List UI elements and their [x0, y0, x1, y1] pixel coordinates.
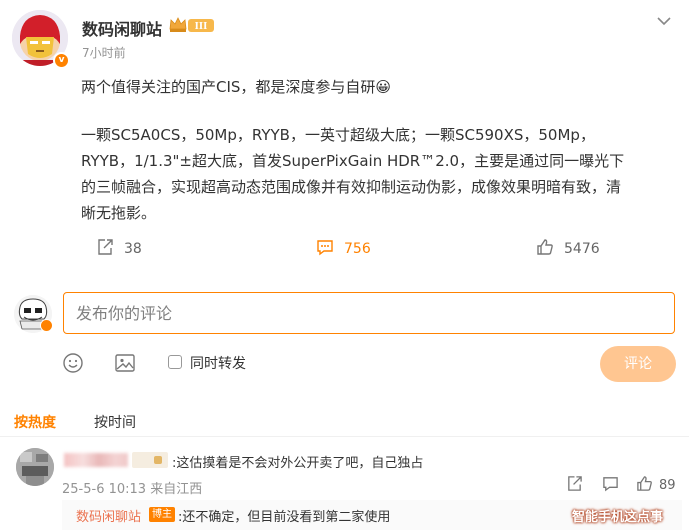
watermark: 智能手机这点事 — [572, 510, 664, 525]
like-button[interactable]: 5476 — [536, 236, 600, 262]
author-tag-badge: 博主 — [149, 507, 175, 522]
post-line: 晰无拖影。 — [81, 204, 157, 222]
action-bar: 38 756 5476 — [0, 236, 689, 262]
comment-like-count: 89 — [659, 478, 676, 493]
comment-meta: 25-5-6 10:13 来自江西 — [62, 482, 203, 497]
repost-icon[interactable] — [566, 475, 583, 492]
divider — [0, 436, 689, 437]
post-header: v 数码闲聊站 III 7小时前 — [12, 10, 677, 70]
crown-level-icon[interactable]: III — [168, 16, 218, 38]
commenter-name-redacted[interactable] — [64, 453, 128, 467]
repost-icon — [96, 238, 114, 260]
reply-icon[interactable] — [602, 475, 619, 492]
comment-input[interactable] — [63, 292, 675, 334]
chevron-down-icon[interactable] — [655, 12, 673, 31]
post-line: 一颗SC5A0CS，50Mp，RYYB，一英寸超级大底；一颗SC590XS，50… — [81, 126, 595, 144]
fan-badge — [132, 452, 168, 468]
comment-like-button[interactable]: 89 — [636, 475, 676, 496]
post-time[interactable]: 7小时前 — [82, 44, 126, 61]
verified-badge: v — [53, 52, 70, 69]
post-line: RYYB，1/1.3"±超大底，首发SuperPixGain HDR™2.0，主… — [81, 152, 625, 170]
level-badge-text: III — [195, 22, 208, 32]
post-lead: 两个值得关注的国产CIS，都是深度参与自研😀 — [81, 78, 392, 96]
image-icon[interactable] — [114, 352, 136, 378]
tab-sort-hot[interactable]: 按热度 — [14, 412, 56, 432]
smile-emoji: 😀 — [375, 78, 392, 96]
reply-text: :还不确定，但目前没看到第二家使用 — [178, 510, 391, 525]
repost-count: 38 — [124, 241, 142, 257]
reply-user[interactable]: 数码闲聊站 — [76, 506, 141, 525]
repost-button[interactable]: 38 — [96, 236, 142, 262]
post-body: 两个值得关注的国产CIS，都是深度参与自研😀 一颗SC5A0CS，50Mp，RY… — [81, 74, 671, 226]
comment-text: :这估摸着是不会对外公开卖了吧，自己独占 — [172, 456, 424, 471]
emoji-icon[interactable] — [62, 352, 84, 378]
tab-sort-time[interactable]: 按时间 — [94, 412, 136, 432]
comment-icon — [316, 238, 334, 260]
repost-checkbox[interactable] — [168, 355, 182, 369]
repost-checkbox-label[interactable]: 同时转发 — [190, 353, 246, 373]
comment-composer: 同时转发 评论 — [0, 290, 689, 390]
post-line: 的三帧融合，实现超高动态范围成像并有效抑制运动伪影，成像效果明暗有致，清 — [81, 178, 622, 196]
author-name[interactable]: 数码闲聊站 — [82, 16, 162, 40]
verified-badge — [40, 319, 53, 332]
comment-count: 756 — [344, 241, 371, 257]
like-count: 5476 — [564, 241, 600, 257]
comment-button[interactable]: 756 — [316, 236, 371, 262]
thumbs-up-icon — [536, 238, 554, 260]
commenter-avatar[interactable] — [16, 448, 54, 486]
thumbs-up-icon — [636, 475, 653, 496]
submit-comment-button[interactable]: 评论 — [600, 346, 676, 382]
